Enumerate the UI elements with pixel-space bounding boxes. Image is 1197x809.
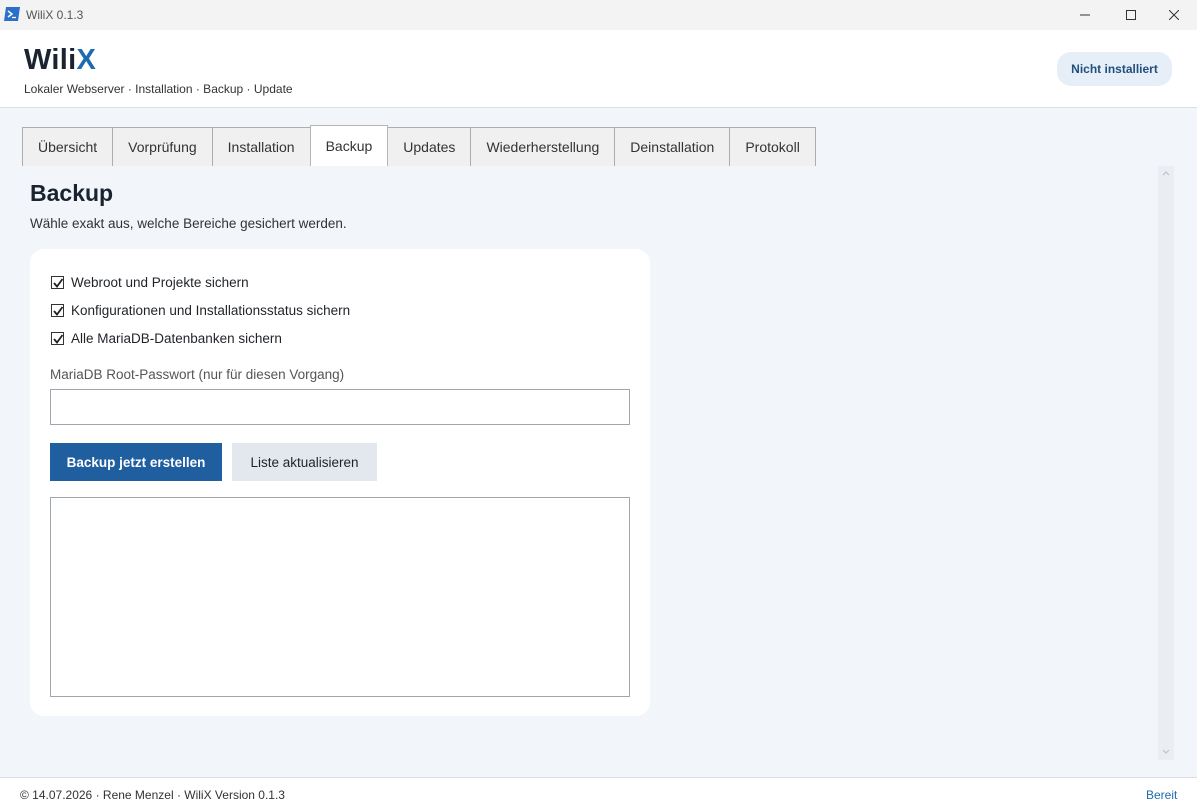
checkmark-icon (53, 334, 64, 344)
tab-backup[interactable]: Backup (309, 125, 389, 166)
footer-status: Bereit (1146, 788, 1178, 802)
app-subtitle: Lokaler Webserver · Installation · Backu… (24, 82, 293, 96)
tab-wiederherstellung[interactable]: Wiederherstellung (470, 127, 616, 166)
status-footer: © 14.07.2026 · Rene Menzel · WiliX Versi… (0, 777, 1197, 809)
scroll-up-icon[interactable] (1162, 170, 1170, 176)
tab-updates[interactable]: Updates (387, 127, 472, 166)
mariadb-checkbox[interactable] (51, 332, 64, 345)
maximize-icon (1126, 10, 1136, 20)
option-webroot[interactable]: Webroot und Projekte sichern (51, 275, 249, 290)
minimize-button[interactable] (1062, 0, 1108, 30)
option-label: Webroot und Projekte sichern (71, 275, 249, 290)
create-backup-button[interactable]: Backup jetzt erstellen (50, 443, 222, 481)
footer-copyright: © 14.07.2026 · Rene Menzel · WiliX Versi… (20, 788, 285, 802)
webroot-checkbox[interactable] (51, 276, 64, 289)
password-label: MariaDB Root-Passwort (nur für diesen Vo… (50, 367, 345, 382)
tab-uebersicht[interactable]: Übersicht (22, 127, 114, 166)
scroll-down-icon[interactable] (1162, 749, 1170, 755)
title-bar: WiliX 0.1.3 (0, 0, 1197, 30)
app-logo: WiliX (24, 44, 96, 77)
vertical-scrollbar[interactable] (1158, 166, 1174, 760)
tab-installation[interactable]: Installation (211, 127, 311, 166)
refresh-list-button[interactable]: Liste aktualisieren (232, 443, 377, 481)
minimize-icon (1080, 14, 1090, 16)
page-title: Backup (30, 180, 114, 206)
maximize-button[interactable] (1108, 0, 1154, 30)
checkmark-icon (53, 278, 64, 288)
close-icon (1169, 10, 1179, 20)
option-label: Konfigurationen und Installationsstatus … (71, 303, 351, 318)
logo-accent: X (76, 44, 97, 76)
logo-main: Wili (24, 44, 77, 76)
checkmark-icon (53, 306, 64, 316)
close-button[interactable] (1151, 0, 1197, 30)
app-header: WiliX Lokaler Webserver · Installation ·… (0, 30, 1197, 108)
config-checkbox[interactable] (51, 304, 64, 317)
window-title: WiliX 0.1.3 (26, 8, 84, 22)
page-description: Wähle exakt aus, welche Bereiche gesiche… (30, 216, 347, 231)
tab-protokoll[interactable]: Protokoll (729, 127, 816, 166)
tab-bar: Übersicht Vorprüfung Installation Backup… (22, 125, 816, 166)
option-mariadb[interactable]: Alle MariaDB-Datenbanken sichern (51, 331, 282, 346)
backup-options-card: Webroot und Projekte sichern Konfigurati… (30, 249, 650, 716)
tab-deinstallation[interactable]: Deinstallation (614, 127, 731, 166)
install-status-badge: Nicht installiert (1057, 52, 1172, 86)
option-label: Alle MariaDB-Datenbanken sichern (71, 331, 282, 346)
backup-list[interactable] (50, 497, 630, 697)
powershell-app-icon (4, 7, 20, 21)
main-content: Übersicht Vorprüfung Installation Backup… (0, 108, 1197, 777)
option-config[interactable]: Konfigurationen und Installationsstatus … (51, 303, 350, 318)
tab-vorpruefung[interactable]: Vorprüfung (112, 127, 213, 166)
mariadb-password-input[interactable] (50, 389, 630, 425)
